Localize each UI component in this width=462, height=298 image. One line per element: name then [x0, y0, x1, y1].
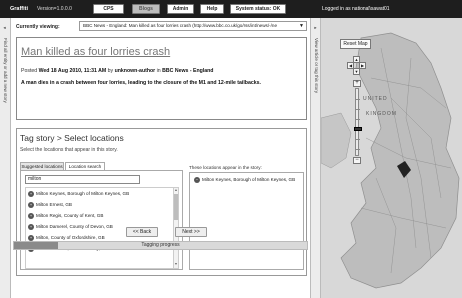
list-item[interactable]: + Milton Keynes, Borough of Milton Keynes…: [28, 189, 168, 198]
article-summary: A man dies in a crash between four lorri…: [21, 80, 261, 86]
zoom-tick: [356, 109, 360, 110]
add-location-icon: +: [28, 201, 34, 208]
appear-list-label: These locations appear in the story:: [189, 165, 262, 170]
map-zoom-control: + −: [353, 80, 362, 164]
next-button[interactable]: Next >>: [175, 227, 207, 237]
zoom-slider-track[interactable]: [354, 88, 362, 156]
help-button[interactable]: Help: [200, 4, 224, 14]
article-author: unknown-author: [114, 68, 156, 74]
zoom-in-icon[interactable]: +: [353, 80, 361, 87]
list-item[interactable]: + Milton Ernest, GB: [28, 200, 168, 209]
scrollbar-thumb[interactable]: [174, 194, 178, 220]
article-source: BBC News - England: [162, 68, 214, 74]
remove-location-icon: −: [194, 177, 200, 183]
pan-right-icon[interactable]: ▶: [359, 62, 366, 69]
article-meta: Posted Wed 18 Aug 2010, 11:31 AM by unkn…: [21, 68, 213, 74]
main-pane: Currently viewing: BBC News - England: M…: [13, 21, 309, 298]
tagging-progress-bar: Tagging progress: [13, 241, 308, 250]
map-label-kingdom: KINGDOM: [366, 111, 397, 117]
zoom-slider-handle[interactable]: [354, 127, 362, 132]
posted-label: Posted: [21, 68, 38, 74]
tab-suggested-locations[interactable]: Suggested locations: [20, 162, 64, 170]
zoom-tick: [356, 99, 360, 100]
collapse-arrow-icon: ▸: [314, 26, 319, 31]
login-status: Logged in as national\sawat01: [322, 6, 390, 12]
scroll-down-icon[interactable]: ▼: [174, 262, 178, 266]
map-label-united: UNITED: [363, 96, 388, 102]
back-button[interactable]: << Back: [126, 227, 158, 237]
zoom-tick: [356, 139, 360, 140]
scroll-up-icon[interactable]: ▲: [174, 188, 178, 192]
posted-date: Wed 18 Aug 2010, 11:31 AM: [38, 68, 107, 74]
breadcrumb: Tag story > Select locations: [20, 133, 124, 143]
app-version: Version=1.0.0.0: [37, 6, 72, 12]
list-item[interactable]: + Milton Regis, County of Kent, GB: [28, 211, 168, 220]
map-canvas: [321, 18, 462, 298]
zoom-tick: [356, 149, 360, 150]
selected-location-item[interactable]: − Milton Keynes, Borough of Milton Keynes…: [194, 177, 295, 183]
add-location-icon: +: [28, 212, 34, 219]
blogs-button[interactable]: Blogs: [132, 4, 160, 14]
collapse-arrow-icon: ◂: [3, 26, 8, 31]
story-select-value: BBC News - England: Man killed as four l…: [83, 23, 278, 28]
in-label: in: [156, 68, 161, 74]
right-strip-label: View article or tag this story: [314, 38, 319, 93]
currently-viewing-label: Currently viewing:: [16, 24, 60, 30]
by-label: by: [107, 68, 114, 74]
location-search-input[interactable]: milton: [25, 175, 140, 184]
progress-label: Tagging progress: [141, 242, 180, 248]
tab-location-search[interactable]: Location search: [65, 162, 105, 170]
system-status-button[interactable]: System status: OK: [230, 4, 286, 14]
right-collapse-strip[interactable]: ▸ View article or tag this story: [310, 18, 321, 298]
left-collapse-strip[interactable]: ◂ Find all entity or add a new story: [0, 18, 11, 298]
tagging-instruction: Select the locations that appear in this…: [20, 147, 118, 153]
reset-map-button[interactable]: Reset Map: [340, 39, 371, 49]
chevron-down-icon: ▼: [299, 23, 304, 29]
cps-button[interactable]: CPS: [93, 4, 124, 14]
pan-down-icon[interactable]: ▼: [353, 68, 360, 75]
add-location-icon: +: [28, 190, 34, 197]
article-panel: Man killed as four lorries crash Posted …: [16, 37, 307, 120]
left-strip-label: Find all entity or add a new story: [3, 38, 8, 103]
article-title[interactable]: Man killed as four lorries crash: [21, 46, 170, 58]
top-bar: Graffiti Version=1.0.0.0 CPS Blogs Admin…: [0, 0, 462, 18]
tagging-panel: Tag story > Select locations Select the …: [16, 128, 307, 276]
admin-button[interactable]: Admin: [167, 4, 194, 14]
map-pan-control: ▲ ◀ ▶ ▼: [347, 56, 367, 76]
story-select[interactable]: BBC News - England: Man killed as four l…: [79, 21, 307, 31]
zoom-tick: [356, 119, 360, 120]
app-brand: Graffiti: [10, 6, 29, 12]
zoom-out-icon[interactable]: −: [353, 157, 361, 164]
selected-locations-box: − Milton Keynes, Borough of Milton Keynes…: [189, 172, 304, 270]
add-location-icon: +: [28, 223, 34, 230]
add-location-icon: +: [28, 234, 34, 241]
location-map[interactable]: UNITED KINGDOM Reset Map ▲ ◀ ▶ ▼ + −: [321, 18, 462, 298]
location-search-box: milton + Milton Keynes, Borough of Milton…: [20, 170, 183, 270]
